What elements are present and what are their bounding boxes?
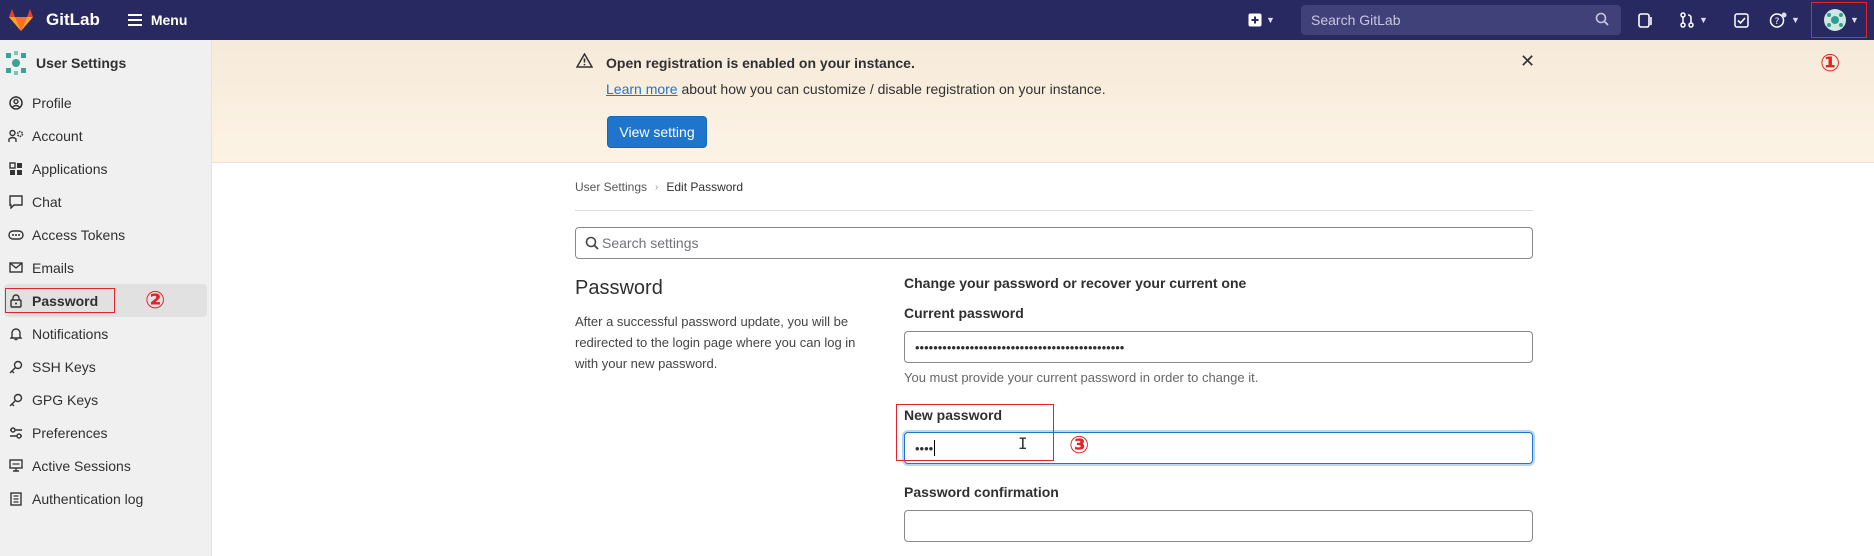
sidebar-item-gpg-keys[interactable]: GPG Keys [0,383,211,416]
annotation-box-password-nav [5,288,115,313]
gitlab-logo-icon [9,9,33,31]
password-confirmation-label: Password confirmation [904,484,1059,500]
account-icon [8,128,24,144]
brand[interactable]: GitLab [0,0,100,40]
key-icon [8,392,24,408]
settings-search-placeholder: Search settings [602,235,699,251]
sidebar-item-label: Chat [32,193,62,210]
user-settings-avatar-icon [4,51,28,75]
sidebar-item-profile[interactable]: Profile [0,86,211,119]
help-button[interactable]: ? ▼ [1769,0,1800,40]
sidebar-item-chat[interactable]: Chat [0,185,211,218]
sidebar-header[interactable]: User Settings [0,40,211,86]
close-icon[interactable]: ✕ [1520,51,1535,72]
learn-more-link[interactable]: Learn more [606,81,678,97]
annotation-number-1: ① [1820,49,1841,77]
current-password-value: ••••••••••••••••••••••••••••••••••••••••… [915,339,1125,355]
sidebar-item-label: Preferences [32,424,108,441]
help-icon: ? [1769,12,1787,28]
sidebar-title: User Settings [36,55,127,71]
sidebar-item-authentication-log[interactable]: Authentication log [0,482,211,515]
chevron-down-icon: ▼ [1266,15,1275,25]
sidebar-item-notifications[interactable]: Notifications [0,317,211,350]
chevron-right-icon: › [655,181,659,193]
password-confirmation-field[interactable] [904,510,1533,542]
current-password-label: Current password [904,305,1024,321]
global-search-input[interactable]: Search GitLab [1301,5,1621,35]
todos-button[interactable] [1734,0,1749,40]
divider [575,210,1533,211]
sidebar-item-label: Applications [32,160,108,177]
annotation-box-avatar [1811,2,1867,38]
top-navbar: GitLab Menu ▼ Search GitLab ▼ ? ▼ ▼ [0,0,1874,40]
chevron-down-icon: ▼ [1791,15,1800,25]
mail-icon [8,260,24,276]
issues-button[interactable] [1638,0,1653,40]
merge-request-icon [1680,12,1694,28]
breadcrumb-parent[interactable]: User Settings [575,180,647,194]
todo-check-icon [1734,12,1749,28]
sidebar-item-label: Profile [32,94,72,111]
plus-square-icon [1248,13,1262,27]
preferences-icon [8,425,24,441]
token-icon [8,227,24,243]
warning-icon [575,52,594,73]
current-password-field[interactable]: ••••••••••••••••••••••••••••••••••••••••… [904,331,1533,363]
merge-requests-button[interactable]: ▼ [1679,0,1708,40]
key-icon [8,359,24,375]
banner-body-text: about how you can customize / disable re… [677,81,1106,97]
sidebar-item-emails[interactable]: Emails [0,251,211,284]
issues-icon [1638,12,1652,28]
annotation-number-3: ③ [1069,431,1090,459]
annotation-number-2: ② [145,286,166,314]
sidebar-item-active-sessions[interactable]: Active Sessions [0,449,211,482]
menu-button[interactable]: Menu [127,12,188,28]
sidebar-item-label: Active Sessions [32,457,131,474]
form-heading: Change your password or recover your cur… [904,275,1247,291]
brand-name: GitLab [46,10,100,29]
sidebar-item-applications[interactable]: Applications [0,152,211,185]
banner-title: Open registration is enabled on your ins… [606,55,915,71]
current-password-help: You must provide your current password i… [904,370,1259,385]
global-search-placeholder: Search GitLab [1311,12,1401,28]
bell-icon [8,326,24,342]
monitor-icon [8,458,24,474]
new-item-button[interactable]: ▼ [1248,0,1275,40]
section-description: After a successful password update, you … [575,314,856,371]
chat-icon [8,194,24,210]
menu-label: Menu [150,12,188,28]
svg-text:?: ? [1775,17,1780,27]
chevron-down-icon: ▼ [1699,15,1708,25]
sidebar-item-label: Authentication log [32,490,144,507]
search-icon [1595,12,1609,26]
annotation-box-new-password [896,404,1054,461]
sidebar-item-access-tokens[interactable]: Access Tokens [0,218,211,251]
sidebar-item-label: Account [32,127,83,144]
breadcrumb: User Settings › Edit Password [575,180,743,194]
sidebar-item-label: Emails [32,259,75,276]
search-icon [585,236,599,250]
sidebar-item-label: GPG Keys [32,391,99,408]
hamburger-icon [127,14,142,26]
sidebar-item-label: Access Tokens [32,226,126,243]
section-title: Password [575,277,663,299]
breadcrumb-current[interactable]: Edit Password [666,180,743,194]
sidebar-item-account[interactable]: Account [0,119,211,152]
sidebar-item-label: Notifications [32,325,109,342]
registration-banner: Open registration is enabled on your ins… [212,40,1874,163]
sidebar-item-ssh-keys[interactable]: SSH Keys [0,350,211,383]
settings-search-input[interactable]: Search settings [575,227,1533,259]
log-icon [8,491,24,507]
profile-icon [8,95,24,111]
view-setting-button[interactable]: View setting [607,116,707,148]
applications-icon [8,161,24,177]
sidebar-item-label: SSH Keys [32,358,96,375]
sidebar-item-preferences[interactable]: Preferences [0,416,211,449]
banner-body: Learn more about how you can customize /… [606,81,1106,97]
